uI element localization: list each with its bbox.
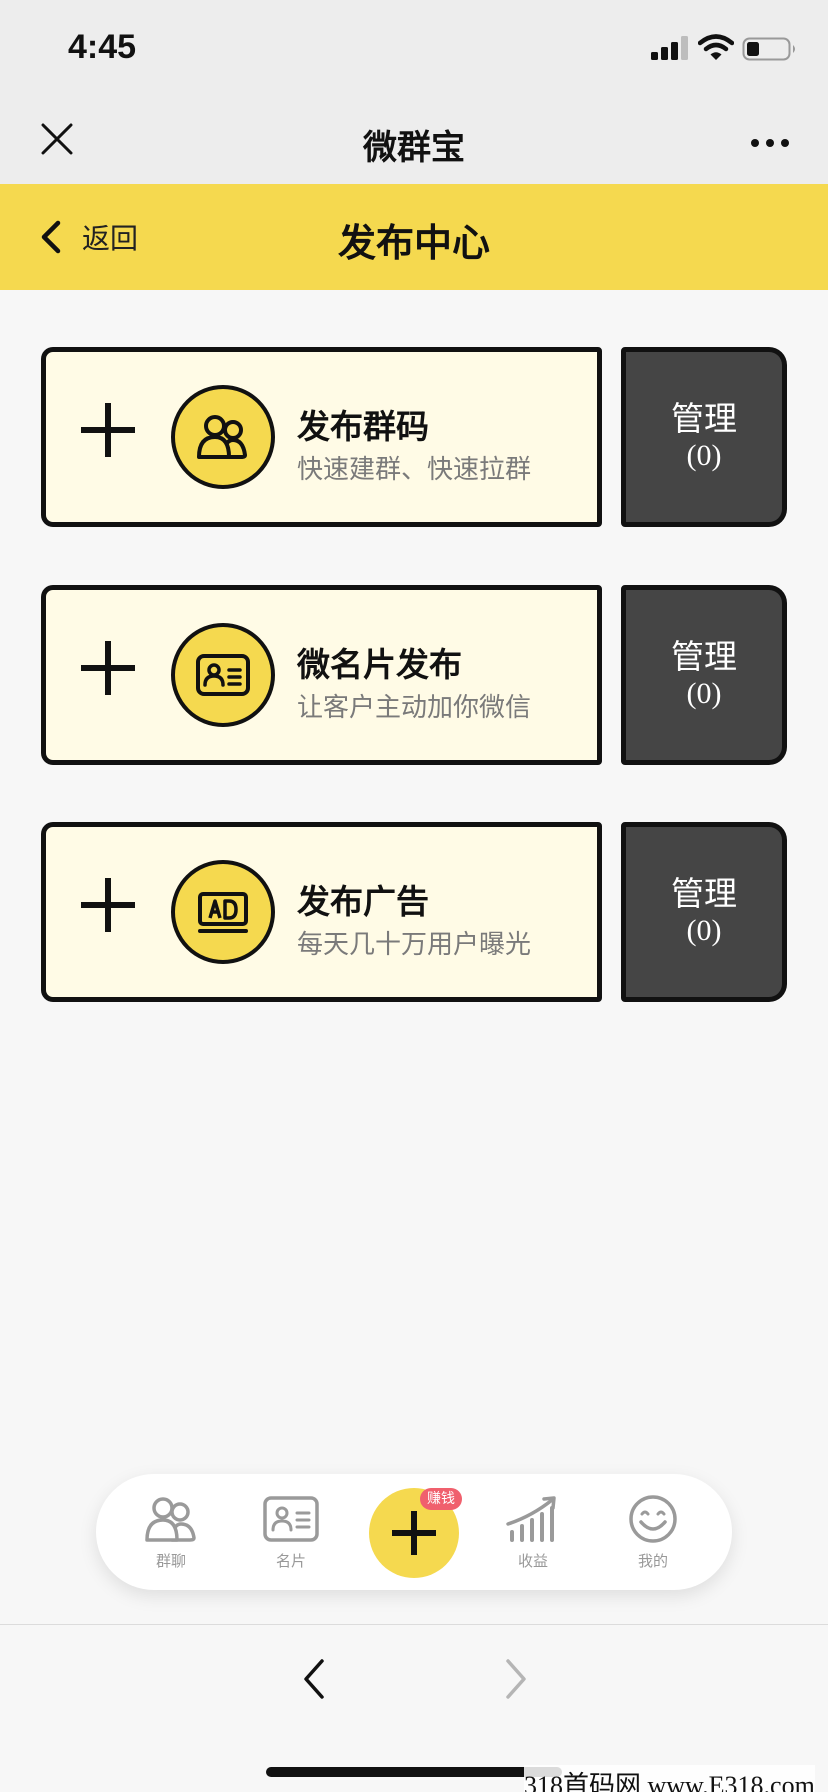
tab-group-chat[interactable]: 群聊 [126,1494,216,1571]
ad-icon [171,860,275,964]
tab-label: 我的 [637,1552,668,1570]
tab-profile[interactable]: 我的 [608,1494,698,1571]
group-icon [171,385,275,489]
plus-icon [392,1511,436,1555]
chevron-right-icon[interactable] [502,1657,530,1701]
tab-earnings[interactable]: 收益 [488,1494,578,1571]
publish-row-group-code: 发布群码 快速建群、快速拉群 管理 (0) [41,347,787,527]
smiley-icon [629,1495,677,1543]
group-chat-icon [145,1497,196,1542]
plus-icon [81,403,135,457]
business-card-icon [171,623,275,727]
card-subtitle: 快速建群、快速拉群 [297,455,532,485]
manage-business-card-button[interactable]: 管理 (0) [621,585,787,765]
manage-count: (0) [686,914,722,947]
manage-group-code-button[interactable]: 管理 (0) [621,347,787,527]
card-subtitle: 每天几十万用户曝光 [297,930,532,960]
chevron-left-icon[interactable] [300,1657,328,1701]
cellular-signal-icon [651,36,688,60]
manage-count: (0) [686,439,722,472]
card-title: 发布广告 [297,882,429,921]
wechat-nav-bar: 微群宝 [0,100,828,184]
plus-icon [81,878,135,932]
tab-label: 群聊 [155,1552,186,1570]
manage-label: 管理 [671,638,737,675]
tab-label: 收益 [517,1552,548,1570]
battery-icon [742,37,795,61]
page-title: 发布中心 [337,221,490,265]
watermark-text: 318首码网 www.E318.com [524,1765,815,1792]
manage-count: (0) [686,677,722,710]
home-indicator [266,1767,562,1777]
publish-ad-card[interactable]: 发布广告 每天几十万用户曝光 [41,822,602,1002]
mini-program-title: 微群宝 [363,128,465,168]
manage-ad-button[interactable]: 管理 (0) [621,822,787,1002]
manage-label: 管理 [671,875,737,912]
plus-icon [81,641,135,695]
manage-label: 管理 [671,400,737,437]
publish-business-card-card[interactable]: 微名片发布 让客户主动加你微信 [41,585,602,765]
wifi-icon [698,34,734,60]
status-bar: 4:45 [0,0,828,100]
tab-business-card[interactable]: 名片 [246,1494,336,1571]
browser-toolbar: 318首码网 www.E318.com [0,1624,828,1792]
card-icon [263,1496,319,1542]
card-title: 发布群码 [297,407,429,446]
earnings-chart-icon [506,1496,556,1542]
card-subtitle: 让客户主动加你微信 [297,693,532,723]
publish-row-ad: 发布广告 每天几十万用户曝光 管理 (0) [41,822,787,1002]
status-time: 4:45 [68,28,137,66]
earn-money-badge: 赚钱 [420,1488,462,1510]
publish-group-code-card[interactable]: 发布群码 快速建群、快速拉群 [41,347,602,527]
card-title: 微名片发布 [297,645,462,684]
more-options-icon[interactable] [750,138,790,148]
publish-row-business-card: 微名片发布 让客户主动加你微信 管理 (0) [41,585,787,765]
tab-label: 名片 [275,1552,306,1570]
app-header: 返回 发布中心 [0,184,828,290]
bottom-tab-bar: 群聊 名片 赚钱 收益 我的 [96,1474,732,1590]
